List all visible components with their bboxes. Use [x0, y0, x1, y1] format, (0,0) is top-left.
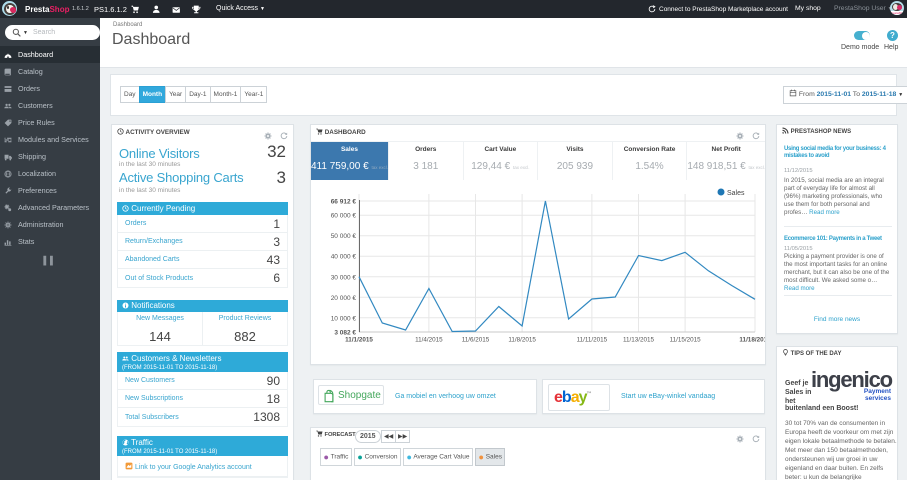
- svg-text:50 000 €: 50 000 €: [331, 233, 357, 240]
- svg-text:11/13/2015: 11/13/2015: [623, 336, 655, 343]
- svg-text:11/18/2015: 11/18/2015: [739, 336, 765, 343]
- svg-text:11/1/2015: 11/1/2015: [345, 336, 373, 343]
- svg-text:11/11/2015: 11/11/2015: [577, 336, 608, 343]
- svg-text:66 912 €: 66 912 €: [331, 199, 357, 206]
- svg-text:40 000 €: 40 000 €: [331, 254, 357, 261]
- svg-text:60 000 €: 60 000 €: [331, 213, 357, 220]
- svg-text:11/6/2015: 11/6/2015: [462, 336, 490, 343]
- svg-text:20 000 €: 20 000 €: [331, 295, 357, 302]
- svg-text:30 000 €: 30 000 €: [331, 274, 357, 281]
- svg-text:Sales: Sales: [727, 190, 745, 197]
- svg-text:10 000 €: 10 000 €: [331, 315, 357, 322]
- svg-text:11/15/2015: 11/15/2015: [670, 336, 702, 343]
- svg-text:11/8/2015: 11/8/2015: [508, 336, 536, 343]
- svg-text:11/4/2015: 11/4/2015: [415, 336, 443, 343]
